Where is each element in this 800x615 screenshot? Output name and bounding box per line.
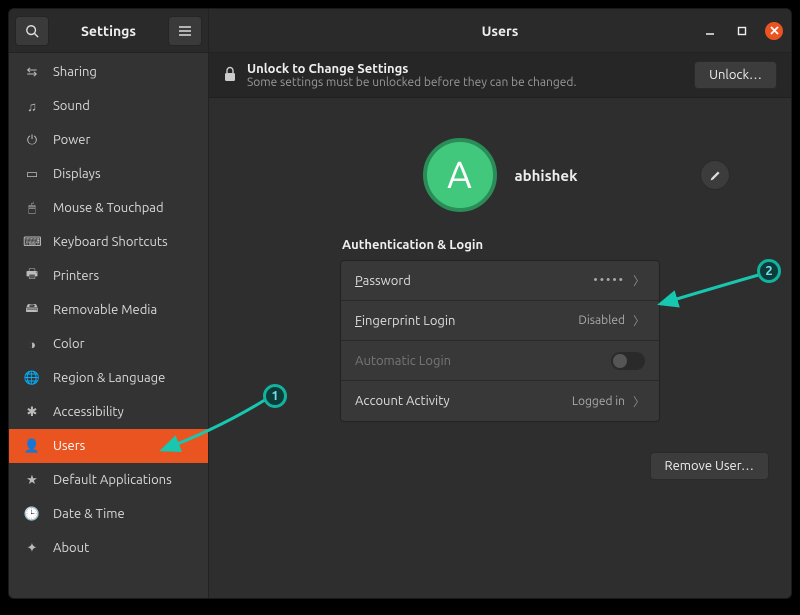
chevron-right-icon: 〉 xyxy=(633,272,645,289)
activity-label: Account Activity xyxy=(355,394,572,408)
sidebar-title: Settings xyxy=(55,23,162,39)
sidebar[interactable]: ⇆ Sharing ♫ Sound ⏻ Power ▭ Displays 🖱 Mouse & To… xyxy=(9,53,209,598)
sidebar-item-label: Default Applications xyxy=(53,473,172,487)
sidebar-item-label: About xyxy=(53,541,89,555)
fingerprint-row[interactable]: Fingerprint Login Disabled 〉 xyxy=(341,301,659,341)
autologin-toggle xyxy=(611,352,645,370)
unlock-banner: Unlock to Change Settings Some settings … xyxy=(209,53,791,98)
sidebar-item-accessibility[interactable]: ✱ Accessibility xyxy=(9,395,208,429)
section-title: Authentication & Login xyxy=(342,238,660,252)
titlebar-left: Settings xyxy=(9,9,209,52)
sidebar-item-power[interactable]: ⏻ Power xyxy=(9,123,208,157)
sidebar-item-users[interactable]: 👤 Users xyxy=(9,429,208,463)
maximize-icon xyxy=(737,26,747,36)
menu-button[interactable] xyxy=(168,16,202,46)
auth-listbox: Password ••••• 〉 Fingerprint Login Disab… xyxy=(340,260,660,422)
users-icon: 👤 xyxy=(23,439,41,454)
sidebar-item-label: Sharing xyxy=(53,65,97,79)
clock-icon: 🕒 xyxy=(23,507,41,522)
search-icon xyxy=(25,24,39,38)
titlebar: Settings Users xyxy=(9,9,791,53)
search-button[interactable] xyxy=(15,16,49,46)
plus-icon: ✦ xyxy=(23,541,41,556)
sidebar-item-label: Date & Time xyxy=(53,507,125,521)
chevron-right-icon: 〉 xyxy=(633,393,645,410)
power-icon: ⏻ xyxy=(23,133,41,148)
content-pane: Unlock to Change Settings Some settings … xyxy=(209,53,791,598)
media-icon: 🖴 xyxy=(23,299,41,321)
sidebar-item-label: Keyboard Shortcuts xyxy=(53,235,168,249)
chevron-right-icon: 〉 xyxy=(633,312,645,329)
minimize-button[interactable] xyxy=(701,22,719,40)
fingerprint-label: Fingerprint Login xyxy=(355,314,578,328)
color-icon: ◑ xyxy=(23,337,41,352)
sidebar-item-displays[interactable]: ▭ Displays xyxy=(9,157,208,191)
music-icon: ♫ xyxy=(23,99,41,114)
password-row[interactable]: Password ••••• 〉 xyxy=(341,261,659,301)
main-area: A abhishek Authentication & Login Passwo… xyxy=(209,98,791,598)
unlock-title: Unlock to Change Settings xyxy=(247,62,694,76)
sidebar-item-date-time[interactable]: 🕒 Date & Time xyxy=(9,497,208,531)
sidebar-item-label: Region & Language xyxy=(53,371,165,385)
user-header: A abhishek xyxy=(340,138,660,212)
settings-window: Settings Users ⇆ Sharing ♫ Sound ⏻ Power xyxy=(8,8,792,599)
edit-name-button[interactable] xyxy=(700,160,730,190)
window-body: ⇆ Sharing ♫ Sound ⏻ Power ▭ Displays 🖱 Mouse & To… xyxy=(9,53,791,598)
titlebar-right: Users xyxy=(209,9,791,52)
maximize-button[interactable] xyxy=(733,22,751,40)
sidebar-item-label: Power xyxy=(53,133,90,147)
sidebar-item-default-applications[interactable]: ★ Default Applications xyxy=(9,463,208,497)
window-controls xyxy=(701,22,783,40)
unlock-subtitle: Some settings must be unlocked before th… xyxy=(247,76,694,89)
printer-icon: 🖶 xyxy=(23,265,41,287)
autologin-row: Automatic Login xyxy=(341,341,659,381)
unlock-text: Unlock to Change Settings Some settings … xyxy=(247,62,694,89)
hamburger-icon xyxy=(178,25,192,37)
activity-row[interactable]: Account Activity Logged in 〉 xyxy=(341,381,659,421)
content-footer: Remove User… xyxy=(209,422,791,480)
activity-value: Logged in xyxy=(572,395,625,408)
share-icon: ⇆ xyxy=(23,65,41,80)
fingerprint-value: Disabled xyxy=(578,314,625,327)
close-icon xyxy=(770,26,779,35)
autologin-label: Automatic Login xyxy=(355,354,611,368)
sidebar-item-region-language[interactable]: 🌐 Region & Language xyxy=(9,361,208,395)
sidebar-item-keyboard-shortcuts[interactable]: ⌨ Keyboard Shortcuts xyxy=(9,225,208,259)
keyboard-icon: ⌨ xyxy=(23,235,41,250)
sidebar-item-mouse-touchpad[interactable]: 🖱 Mouse & Touchpad xyxy=(9,191,208,225)
sidebar-item-label: Users xyxy=(53,439,85,453)
pencil-icon xyxy=(709,169,722,182)
sidebar-item-label: Color xyxy=(53,337,85,351)
password-label: Password xyxy=(355,274,593,288)
sidebar-item-about[interactable]: ✦ About xyxy=(9,531,208,565)
sidebar-item-label: Sound xyxy=(53,99,90,113)
sidebar-item-color[interactable]: ◑ Color xyxy=(9,327,208,361)
password-value: ••••• xyxy=(593,274,625,287)
sidebar-item-removable-media[interactable]: 🖴 Removable Media xyxy=(9,293,208,327)
sidebar-item-label: Accessibility xyxy=(53,405,124,419)
sidebar-item-sharing[interactable]: ⇆ Sharing xyxy=(9,55,208,89)
sidebar-item-sound[interactable]: ♫ Sound xyxy=(9,89,208,123)
access-icon: ✱ xyxy=(23,405,41,420)
auth-section: Authentication & Login Password ••••• 〉 … xyxy=(340,238,660,422)
globe-icon: 🌐 xyxy=(23,371,41,386)
user-name-label: abhishek xyxy=(515,167,578,184)
sidebar-item-printers[interactable]: 🖶 Printers xyxy=(9,259,208,293)
mouse-icon: 🖱 xyxy=(23,201,41,216)
sidebar-item-label: Displays xyxy=(53,167,101,181)
sidebar-item-label: Mouse & Touchpad xyxy=(53,201,164,215)
star-icon: ★ xyxy=(23,473,41,488)
sidebar-item-label: Printers xyxy=(53,269,99,283)
display-icon: ▭ xyxy=(23,167,41,182)
remove-user-button[interactable]: Remove User… xyxy=(650,452,770,480)
lock-icon xyxy=(223,66,237,85)
minimize-icon xyxy=(705,26,715,36)
avatar[interactable]: A xyxy=(423,138,497,212)
unlock-button[interactable]: Unlock… xyxy=(694,61,777,89)
sidebar-item-label: Removable Media xyxy=(53,303,157,317)
close-button[interactable] xyxy=(765,22,783,40)
